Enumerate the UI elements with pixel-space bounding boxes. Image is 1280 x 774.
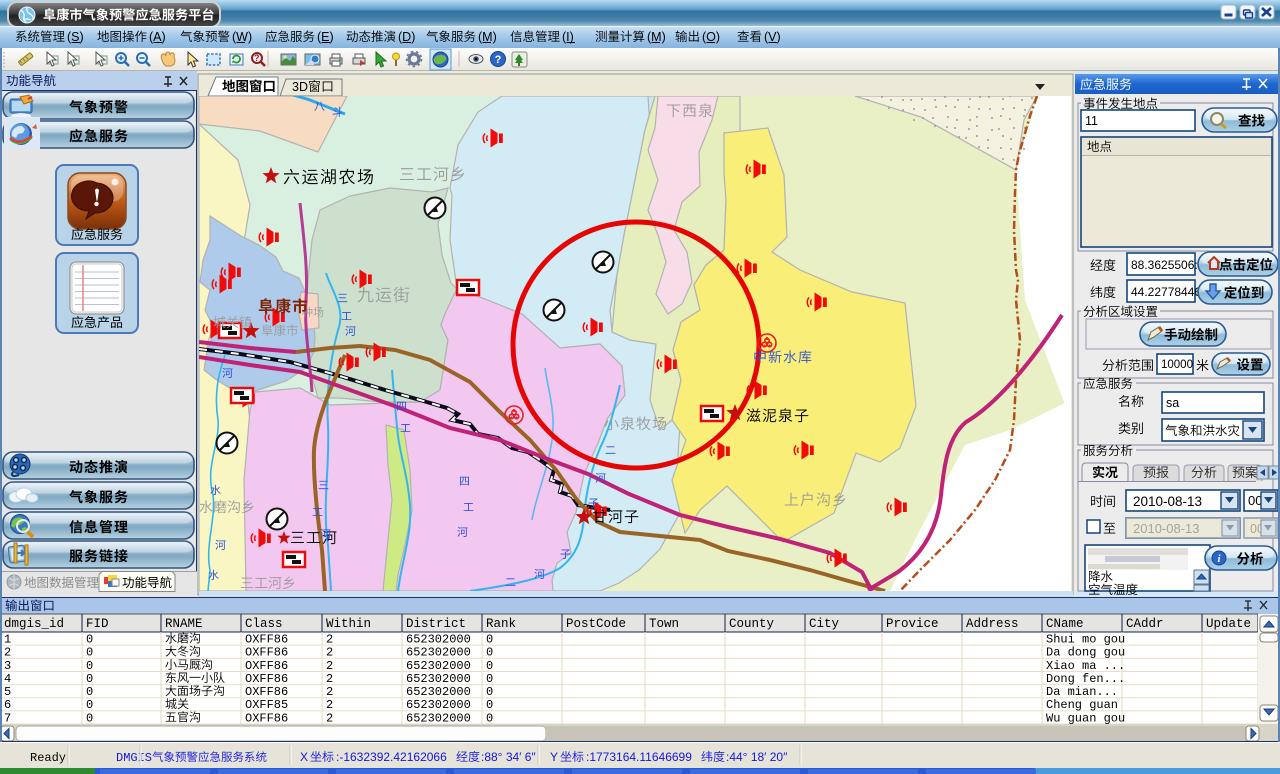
- svg-text:652302000: 652302000: [406, 672, 471, 686]
- svg-text:Wu guan gou: Wu guan gou: [1046, 711, 1125, 725]
- svg-text:652302000: 652302000: [406, 711, 471, 725]
- svg-text:OXFF86: OXFF86: [245, 659, 288, 673]
- svg-text:Cheng guan: Cheng guan: [1046, 698, 1118, 712]
- svg-text:OXFF86: OXFF86: [245, 633, 288, 647]
- svg-text:Within: Within: [326, 617, 371, 631]
- svg-text:OXFF86: OXFF86: [245, 685, 288, 699]
- svg-text:0: 0: [86, 646, 93, 660]
- svg-text:Ready: Ready: [30, 751, 66, 765]
- svg-text:652302000: 652302000: [406, 659, 471, 673]
- svg-text:5: 5: [4, 685, 11, 699]
- svg-text:10000: 10000: [1161, 359, 1193, 371]
- svg-text:OXFF86: OXFF86: [245, 672, 288, 686]
- svg-text:3: 3: [4, 659, 11, 673]
- svg-text:0: 0: [86, 698, 93, 712]
- svg-text:OXFF86: OXFF86: [245, 646, 288, 660]
- svg-text:RNAME: RNAME: [165, 617, 203, 631]
- svg-text:0: 0: [86, 685, 93, 699]
- svg-text:4: 4: [4, 672, 11, 686]
- svg-text:Y: Y: [550, 750, 558, 764]
- svg-text:0: 0: [86, 633, 93, 647]
- svg-text:Address: Address: [966, 617, 1019, 631]
- svg-text:3D: 3D: [292, 80, 308, 94]
- svg-text:Rank: Rank: [486, 617, 516, 631]
- svg-text:Class: Class: [245, 617, 283, 631]
- svg-text:88.3625506:: 88.3625506:: [1131, 258, 1198, 272]
- svg-text:1: 1: [4, 633, 11, 647]
- svg-text:6: 6: [4, 698, 11, 712]
- svg-text::1773164.11646699: :1773164.11646699: [586, 750, 692, 764]
- svg-text:(O): (O): [702, 30, 720, 44]
- svg-text::-1632392.42162066: :-1632392.42162066: [336, 750, 447, 764]
- svg-text:0: 0: [486, 633, 493, 647]
- svg-text:Shui mo gou: Shui mo gou: [1046, 633, 1125, 647]
- svg-text:(E): (E): [317, 30, 334, 44]
- svg-text:(M): (M): [478, 30, 497, 44]
- svg-text:2: 2: [326, 672, 333, 686]
- svg-text:652302000: 652302000: [406, 685, 471, 699]
- svg-text:2: 2: [326, 633, 333, 647]
- svg-text:Da mian...: Da mian...: [1046, 685, 1118, 699]
- svg-text:PostCode: PostCode: [566, 617, 626, 631]
- svg-text:0: 0: [486, 685, 493, 699]
- svg-text:2: 2: [326, 659, 333, 673]
- svg-text:2010-08-13: 2010-08-13: [1133, 521, 1200, 536]
- svg-text:0: 0: [486, 711, 493, 725]
- svg-text:00: 00: [1248, 493, 1262, 508]
- svg-text:0: 0: [486, 698, 493, 712]
- svg-text:X: X: [300, 750, 308, 764]
- svg-text:0: 0: [486, 672, 493, 686]
- svg-text:FID: FID: [86, 617, 109, 631]
- svg-text:0: 0: [86, 711, 93, 725]
- svg-text:sa: sa: [1166, 396, 1179, 410]
- svg-text:(D): (D): [398, 30, 415, 44]
- svg-text:(I): (I): [562, 30, 574, 44]
- svg-text:0: 0: [486, 646, 493, 660]
- svg-text:(V): (V): [764, 30, 781, 44]
- svg-text:CName: CName: [1046, 617, 1084, 631]
- svg-text:County: County: [729, 617, 775, 631]
- svg-text::44° 18′ 20″: :44° 18′ 20″: [726, 750, 788, 764]
- svg-text:Xiao ma ...: Xiao ma ...: [1046, 659, 1125, 673]
- svg-text:Da dong gou: Da dong gou: [1046, 646, 1125, 660]
- svg-text:OXFF86: OXFF86: [245, 711, 288, 725]
- svg-text:City: City: [809, 617, 840, 631]
- svg-text:652302000: 652302000: [406, 633, 471, 647]
- svg-text:(M): (M): [647, 30, 666, 44]
- svg-text::88° 34′ 6″: :88° 34′ 6″: [481, 750, 536, 764]
- svg-text:CAddr: CAddr: [1126, 617, 1164, 631]
- svg-text:2: 2: [4, 646, 11, 660]
- svg-text:Dong fen...: Dong fen...: [1046, 672, 1125, 686]
- svg-text:OXFF85: OXFF85: [245, 698, 288, 712]
- svg-text:0: 0: [486, 659, 493, 673]
- svg-text:652302000: 652302000: [406, 646, 471, 660]
- svg-text:44.22778446: 44.22778446: [1131, 285, 1201, 299]
- svg-text:Provice: Provice: [886, 617, 939, 631]
- svg-text:2: 2: [326, 711, 333, 725]
- svg-text:Update: Update: [1206, 617, 1251, 631]
- svg-text:2010-08-13: 2010-08-13: [1133, 494, 1202, 509]
- svg-text:11: 11: [1085, 114, 1098, 128]
- svg-text:652302000: 652302000: [406, 698, 471, 712]
- svg-text:?: ?: [254, 53, 260, 63]
- svg-text:dmgis_id: dmgis_id: [4, 617, 64, 631]
- svg-text:2: 2: [326, 698, 333, 712]
- svg-text:0: 0: [86, 659, 93, 673]
- svg-text:2: 2: [326, 646, 333, 660]
- svg-text:(A): (A): [149, 30, 166, 44]
- svg-text:DMGIS: DMGIS: [116, 751, 152, 765]
- svg-text:?: ?: [495, 54, 502, 66]
- svg-text:0: 0: [86, 672, 93, 686]
- svg-text:District: District: [406, 617, 466, 631]
- svg-text:7: 7: [4, 711, 11, 725]
- svg-text:(S): (S): [67, 30, 84, 44]
- svg-text:2: 2: [326, 685, 333, 699]
- svg-text:(W): (W): [232, 30, 252, 44]
- svg-text:Town: Town: [649, 617, 679, 631]
